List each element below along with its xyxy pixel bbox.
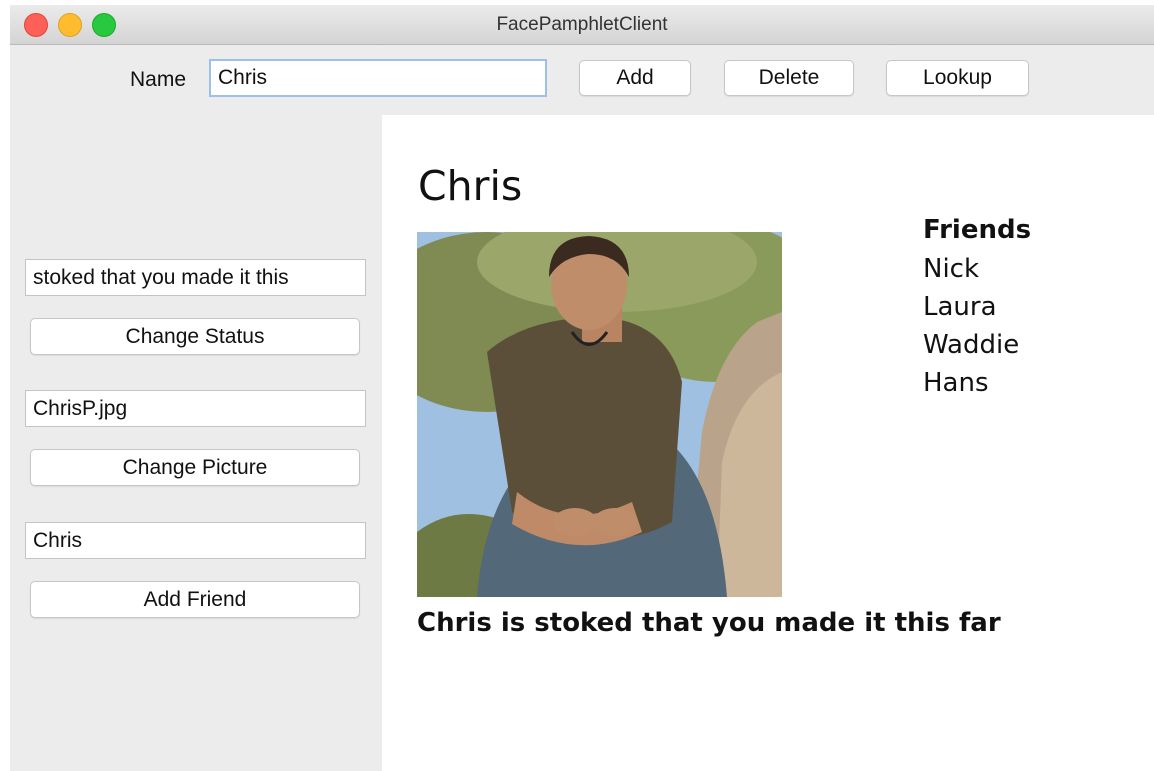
status-message: Chris is stoked that you made it this fa… bbox=[417, 608, 1001, 638]
friend-name-input[interactable] bbox=[25, 522, 366, 559]
add-friend-button[interactable]: Add Friend bbox=[30, 581, 360, 618]
name-label: Name bbox=[130, 68, 187, 91]
profile-canvas: Chris Friends Nick Laura Waddie Hans Chr… bbox=[382, 115, 1154, 771]
name-input[interactable] bbox=[209, 59, 547, 97]
picture-filename-input[interactable] bbox=[25, 390, 366, 427]
lookup-button[interactable]: Lookup bbox=[886, 60, 1029, 96]
friend-item: Laura bbox=[923, 292, 997, 322]
app-window: FacePamphletClient Name Add Delete Looku… bbox=[10, 5, 1154, 771]
delete-button[interactable]: Delete bbox=[724, 60, 854, 96]
status-input[interactable] bbox=[25, 259, 366, 296]
friends-heading: Friends bbox=[923, 215, 1032, 245]
add-button[interactable]: Add bbox=[579, 60, 691, 96]
friend-item: Nick bbox=[923, 254, 980, 284]
change-status-button[interactable]: Change Status bbox=[30, 318, 360, 355]
change-picture-button[interactable]: Change Picture bbox=[30, 449, 360, 486]
friend-item: Hans bbox=[923, 368, 989, 398]
friends-list: Nick Laura Waddie Hans bbox=[923, 250, 1019, 402]
friend-item: Waddie bbox=[923, 330, 1020, 360]
title-bar[interactable]: FacePamphletClient bbox=[10, 5, 1154, 45]
profile-name: Chris bbox=[418, 162, 523, 210]
profile-photo bbox=[417, 232, 782, 597]
window-title: FacePamphletClient bbox=[496, 14, 668, 35]
